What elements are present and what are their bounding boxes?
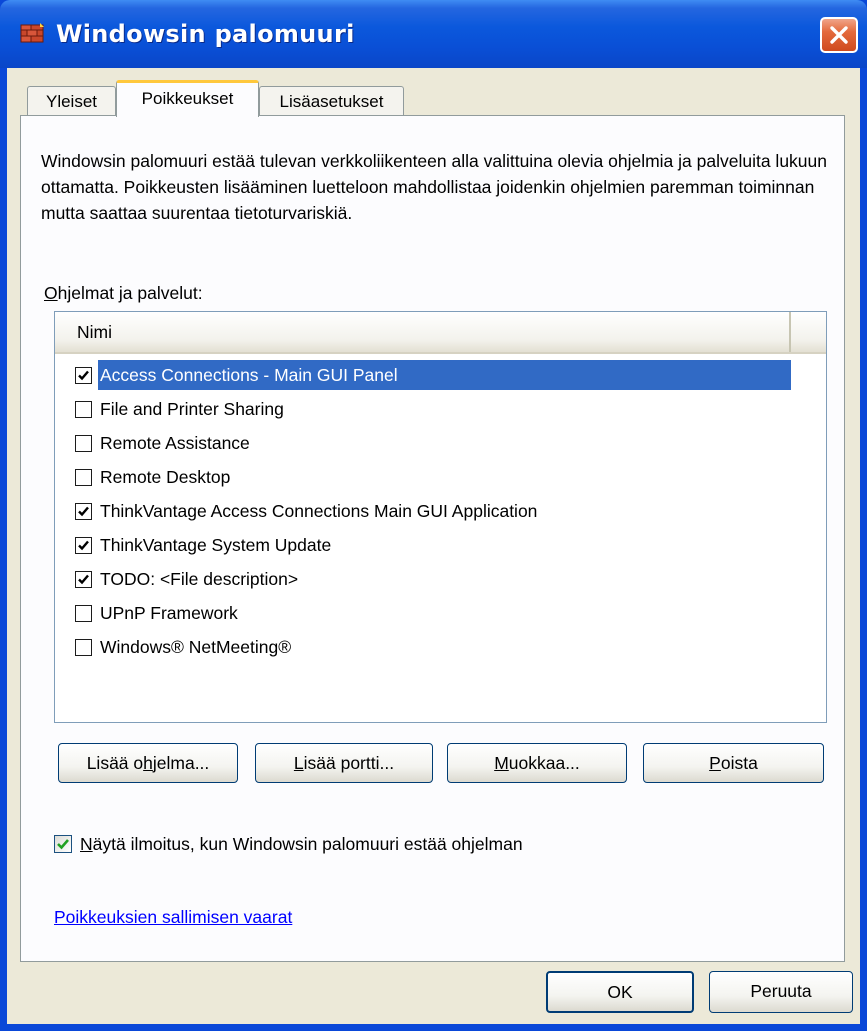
list-item-label: Remote Assistance (100, 433, 250, 453)
remove-label-rest: oista (720, 753, 758, 773)
list-item-checkbox[interactable] (75, 469, 92, 486)
list-item[interactable]: ThinkVantage Access Connections Main GUI… (71, 496, 791, 526)
firewall-dialog-window: Windowsin palomuuri Yleiset Poikkeukset … (0, 0, 867, 1031)
checkmark-icon (78, 540, 89, 551)
tab-yleiset[interactable]: Yleiset (27, 86, 116, 116)
list-item-checkbox[interactable] (75, 537, 92, 554)
exceptions-risks-link[interactable]: Poikkeuksien sallimisen vaarat (54, 907, 292, 928)
add-port-mnemonic: L (293, 753, 304, 773)
list-item[interactable]: TODO: <File description> (71, 564, 791, 594)
add-program-label: Lisää o (86, 753, 144, 773)
list-item-checkbox[interactable] (75, 639, 92, 656)
remove-button[interactable]: Poista (643, 743, 824, 783)
checkmark-icon (78, 506, 89, 517)
tab-poikkeukset[interactable]: Poikkeukset (116, 80, 259, 117)
add-program-button[interactable]: Lisää ohjelma... (58, 743, 238, 783)
column-header-name[interactable]: Nimi (55, 312, 791, 352)
cancel-button[interactable]: Peruuta (709, 971, 853, 1013)
list-item[interactable]: Remote Desktop (71, 462, 791, 492)
list-item-label: Remote Desktop (100, 467, 231, 487)
list-item[interactable]: Access Connections - Main GUI Panel (71, 360, 791, 390)
notify-checkbox[interactable] (54, 835, 72, 853)
edit-button[interactable]: Muokkaa... (447, 743, 627, 783)
list-item-checkbox[interactable] (75, 401, 92, 418)
add-port-label-rest: isää portti... (303, 753, 395, 773)
ok-button[interactable]: OK (546, 971, 694, 1013)
list-item-checkbox[interactable] (75, 503, 92, 520)
close-icon (830, 26, 848, 44)
programs-label: Ohjelmat ja palvelut: (44, 283, 203, 304)
edit-mnemonic: M (494, 753, 509, 773)
list-item[interactable]: ThinkVantage System Update (71, 530, 791, 560)
list-item-checkbox[interactable] (75, 571, 92, 588)
notify-label: Näytä ilmoitus, kun Windowsin palomuuri … (80, 832, 523, 856)
add-program-label-rest: jelma... (152, 753, 210, 773)
firewall-brick-icon (20, 23, 44, 43)
description-text: Windowsin palomuuri estää tulevan verkko… (41, 151, 827, 223)
checkmark-icon (78, 574, 89, 585)
add-port-button[interactable]: Lisää portti... (255, 743, 433, 783)
list-item[interactable]: Remote Assistance (71, 428, 791, 458)
list-item[interactable]: File and Printer Sharing (71, 394, 791, 424)
list-item-checkbox[interactable] (75, 367, 92, 384)
programs-label-mnemonic: O (44, 283, 58, 303)
list-item-label: UPnP Framework (100, 603, 238, 623)
notify-label-rest: äytä ilmoitus, kun Windowsin palomuuri e… (92, 834, 523, 854)
checkmark-icon (78, 370, 89, 381)
edit-label-rest: uokkaa... (508, 753, 580, 773)
list-item-label: File and Printer Sharing (100, 399, 284, 419)
add-program-mnemonic: h (143, 753, 153, 773)
list-item-label: ThinkVantage System Update (100, 535, 332, 555)
dialog-client-area: Yleiset Poikkeukset Lisäasetukset Window… (7, 68, 860, 1024)
remove-mnemonic: P (709, 753, 721, 773)
list-item-checkbox[interactable] (75, 435, 92, 452)
list-item[interactable]: Windows® NetMeeting® (71, 632, 791, 662)
programs-list[interactable]: Nimi Access Connections - Main GUI Panel… (54, 311, 827, 723)
list-header: Nimi (55, 312, 826, 354)
tab-lisaasetukset[interactable]: Lisäasetukset (259, 86, 404, 116)
list-item-label: ThinkVantage Access Connections Main GUI… (100, 501, 538, 521)
list-item-label: TODO: <File description> (100, 569, 299, 589)
checkmark-icon (57, 839, 69, 850)
list-item-checkbox[interactable] (75, 605, 92, 622)
list-item-label: Access Connections - Main GUI Panel (98, 360, 791, 390)
window-title: Windowsin palomuuri (56, 20, 355, 48)
list-item-label: Windows® NetMeeting® (100, 637, 292, 657)
close-button[interactable] (820, 17, 858, 53)
programs-label-rest: hjelmat ja palvelut: (57, 283, 203, 303)
notify-label-mnemonic: N (80, 834, 93, 854)
list-item[interactable]: UPnP Framework (71, 598, 791, 628)
title-bar[interactable]: Windowsin palomuuri (0, 0, 867, 68)
